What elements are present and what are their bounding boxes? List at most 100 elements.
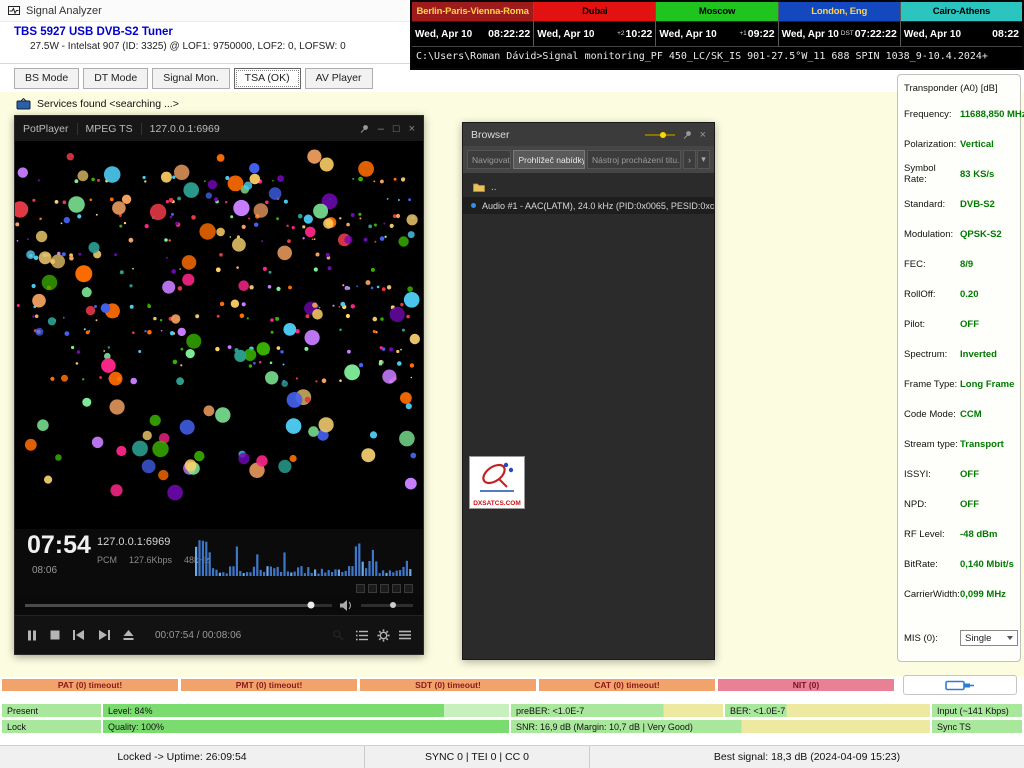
app-icon xyxy=(8,5,20,17)
seek-progress xyxy=(25,604,311,607)
seek-handle[interactable] xyxy=(307,602,314,609)
present-indicator: Present xyxy=(2,704,101,717)
mini-toggle-icon[interactable] xyxy=(404,584,413,593)
pin-icon[interactable] xyxy=(360,124,369,133)
mis-label: MIS (0): xyxy=(904,633,960,644)
tab-dt-mode[interactable]: DT Mode xyxy=(83,68,148,89)
tab-tsa[interactable]: TSA (OK) xyxy=(234,68,301,89)
audio-track-item[interactable]: Audio #1 - AAC(LATM), 24.0 kHz (PID:0x00… xyxy=(463,197,714,214)
param-label: CarrierWidth: xyxy=(904,589,960,600)
tab-menu-browser[interactable]: Prohlížeč nabídky xyxy=(513,150,585,169)
params-header: Transponder (A0) [dB] xyxy=(898,77,1020,99)
param-value: 11688,850 MHz xyxy=(960,109,1024,120)
tab-av-player[interactable]: AV Player xyxy=(305,68,373,89)
mini-toggle-icon[interactable] xyxy=(392,584,401,593)
logo-caption: DXSATCS.COM xyxy=(470,500,524,507)
clock-zone: Cairo-Athens Wed, Apr 10 08:22 xyxy=(901,2,1022,46)
close-icon[interactable]: × xyxy=(409,123,415,135)
player-controls: 00:07:54 / 00:08:06 xyxy=(15,615,423,654)
mis-selected-value: Single xyxy=(965,633,991,644)
opacity-slider[interactable] xyxy=(645,134,675,136)
dropdown-button[interactable]: ▾ xyxy=(697,150,710,169)
param-row: RF Level: -48 dBm xyxy=(898,519,1020,549)
param-label: Pilot: xyxy=(904,319,960,330)
browser-titlebar[interactable]: Browser × xyxy=(463,123,714,146)
seek-bar[interactable] xyxy=(25,604,332,607)
clock-zone-name: Berlin-Paris-Vienna-Roma xyxy=(412,2,533,22)
param-label: Symbol Rate: xyxy=(904,163,960,185)
eject-button[interactable] xyxy=(123,630,134,641)
clock-utc-offset: +2 xyxy=(617,30,624,37)
close-icon[interactable]: × xyxy=(700,129,706,141)
input-bitrate-bar: Input (~141 Kbps) xyxy=(932,704,1022,717)
minimize-icon[interactable]: – xyxy=(378,123,384,135)
clock-utc-offset: DST xyxy=(841,30,854,37)
param-label: Stream type: xyxy=(904,439,960,450)
tv-icon xyxy=(16,98,31,110)
pin-icon[interactable] xyxy=(683,130,692,139)
param-row: Spectrum: Inverted xyxy=(898,339,1020,369)
playlist-button[interactable] xyxy=(356,630,368,641)
param-row: BitRate: 0,140 Mbit/s xyxy=(898,549,1020,579)
param-value: -48 dBm xyxy=(960,529,997,540)
potplayer-menu-button[interactable]: PotPlayer xyxy=(23,123,69,135)
window-title: Signal Analyzer xyxy=(26,5,102,17)
console-window[interactable]: C:\Users\Roman Dávid>Signal monitoring_P… xyxy=(412,46,1022,68)
next-button[interactable] xyxy=(98,630,110,640)
pause-button[interactable] xyxy=(27,630,37,641)
clock-zone-name: Cairo-Athens xyxy=(901,2,1022,22)
timeout-indicator: PMT (0) timeout! xyxy=(181,679,357,691)
codec-info-row: PCM 127.6Kbps 48kHz xyxy=(97,555,210,565)
volume-slider[interactable] xyxy=(361,604,413,607)
maximize-icon[interactable]: □ xyxy=(393,123,400,135)
codec-label: PCM xyxy=(97,555,117,565)
tab-bs-mode[interactable]: BS Mode xyxy=(14,68,79,89)
volume-icon[interactable] xyxy=(340,600,353,611)
expand-button[interactable]: › xyxy=(683,150,696,169)
device-panel[interactable] xyxy=(903,675,1017,695)
mini-toggle-icon[interactable] xyxy=(356,584,365,593)
mini-toggle-icon[interactable] xyxy=(380,584,389,593)
tab-navigate[interactable]: Navigovat xyxy=(467,150,511,169)
mini-toggle-icon[interactable] xyxy=(368,584,377,593)
clock-zone-name: London, Eng xyxy=(779,2,900,22)
elapsed-time-large: 07:54 xyxy=(27,531,91,560)
services-status-line: Services found <searching ...> xyxy=(16,98,179,110)
timeout-indicator: PAT (0) timeout! xyxy=(2,679,178,691)
psi-timeout-row: PAT (0) timeout! PMT (0) timeout! SDT (0… xyxy=(2,679,894,691)
video-area[interactable] xyxy=(15,141,423,529)
best-signal-status: Best signal: 18,3 dB (2024-04-09 15:23) xyxy=(590,746,1024,768)
search-button[interactable] xyxy=(328,627,347,644)
mis-select[interactable]: Single xyxy=(960,630,1018,646)
stop-button[interactable] xyxy=(50,630,60,640)
potplayer-titlebar[interactable]: PotPlayer MPEG TS 127.0.0.1:6969 – □ × xyxy=(15,116,423,141)
param-row: ISSYI: OFF xyxy=(898,459,1020,489)
tab-signal-mon[interactable]: Signal Mon. xyxy=(152,68,229,89)
param-label: Frequency: xyxy=(904,109,960,120)
clock-hhmm: 09:22 xyxy=(748,28,775,40)
overlay-mini-buttons[interactable] xyxy=(356,584,413,593)
previous-button[interactable] xyxy=(73,630,85,640)
timeout-indicator: CAT (0) timeout! xyxy=(539,679,715,691)
folder-up-item[interactable]: .. xyxy=(463,179,714,195)
uptime-status: Locked -> Uptime: 26:09:54 xyxy=(0,746,365,768)
preber-bar: preBER: <1.0E-7 xyxy=(511,704,723,717)
menu-button[interactable] xyxy=(399,630,411,640)
volume-handle[interactable] xyxy=(390,602,396,608)
clock-date: Wed, Apr 10 xyxy=(537,29,594,40)
settings-button[interactable] xyxy=(377,629,390,642)
mis-row: MIS (0): Single xyxy=(898,623,1020,653)
param-value: Long Frame xyxy=(960,379,1014,390)
tab-title-browser[interactable]: Nástroj procházení titu... xyxy=(587,150,681,169)
browser-title: Browser xyxy=(471,129,510,141)
param-label: NPD: xyxy=(904,499,960,510)
quality-bar: Quality: 100% xyxy=(103,720,509,733)
param-label: Standard: xyxy=(904,199,960,210)
clock-time: Wed, Apr 10 +1 09:22 xyxy=(656,22,777,46)
console-prompt: C:\Users\Roman Dávid>Signal monitoring_P… xyxy=(416,51,988,62)
opacity-slider-handle[interactable] xyxy=(660,132,666,138)
param-value: 83 KS/s xyxy=(960,169,994,180)
gear-icon xyxy=(377,629,390,642)
hamburger-icon xyxy=(399,630,411,640)
magnifier-icon xyxy=(332,629,344,641)
